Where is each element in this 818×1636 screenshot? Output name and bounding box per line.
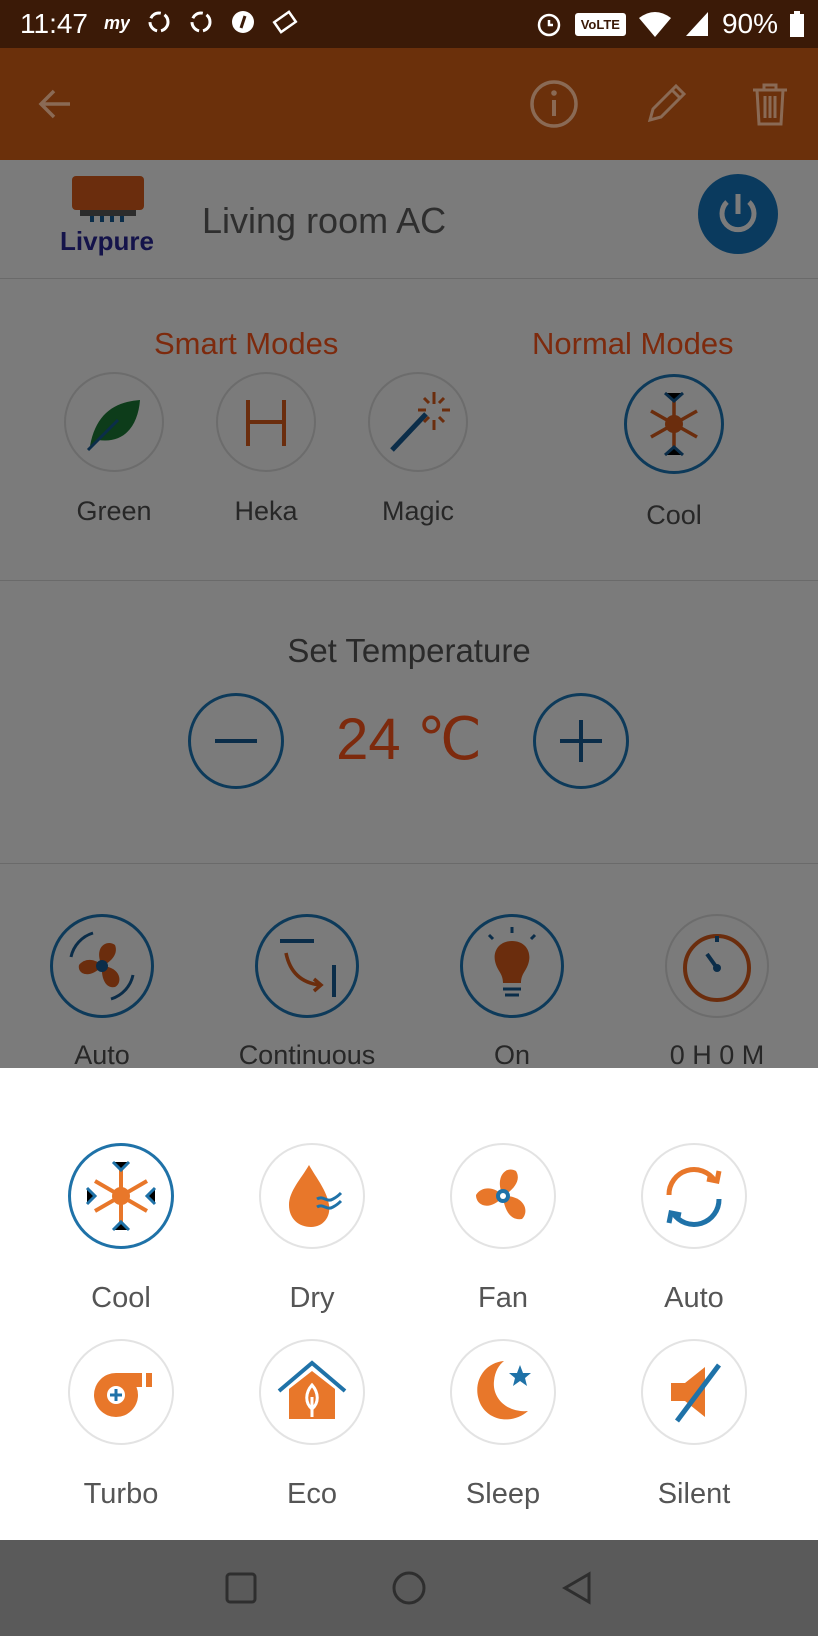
sync-icon	[148, 11, 170, 33]
my-icon: my	[104, 13, 130, 33]
heka-mode-button[interactable]	[216, 372, 316, 472]
mode-option-label: Auto	[664, 1282, 724, 1314]
power-button[interactable]	[698, 174, 778, 254]
delete-icon[interactable]	[744, 78, 796, 130]
auto-cycle-icon	[666, 1167, 722, 1227]
back-icon[interactable]	[557, 1568, 597, 1608]
increase-temperature-button[interactable]	[533, 693, 629, 789]
sync-icon	[190, 11, 212, 33]
fan-speed-button[interactable]	[50, 914, 154, 1018]
mode-option-label: Fan	[478, 1282, 528, 1314]
snowflake-icon	[650, 391, 698, 457]
power-icon	[719, 194, 757, 233]
battery-icon	[790, 11, 804, 37]
mode-option-eco[interactable]	[259, 1339, 365, 1445]
mode-option-fan[interactable]	[450, 1143, 556, 1249]
mode-option-label: Cool	[91, 1282, 151, 1314]
decrease-temperature-button[interactable]	[188, 693, 284, 789]
temperature-value: 24 ℃	[336, 707, 482, 772]
status-bar: 11:47 my VoLTE 90%	[0, 0, 818, 48]
timer-label: 0 H 0 M	[669, 1040, 765, 1070]
leaf-icon	[86, 400, 140, 452]
bulb-icon	[487, 927, 537, 997]
ticket-icon	[272, 10, 298, 34]
mode-option-label: Turbo	[83, 1478, 159, 1510]
turbo-icon	[94, 1373, 152, 1417]
divider	[0, 278, 818, 279]
snowflake-icon	[85, 1160, 157, 1232]
alarm-icon	[537, 13, 560, 37]
smart-modes-title: Smart Modes	[154, 326, 339, 361]
mode-option-silent[interactable]	[641, 1339, 747, 1445]
status-time: 11:47	[20, 8, 88, 39]
fan-speed-icon	[69, 931, 135, 1001]
mode-option-label: Silent	[657, 1478, 731, 1510]
normal-mode-label: Cool	[646, 500, 702, 530]
mode-option-label: Sleep	[465, 1478, 541, 1510]
battery-percent: 90%	[721, 8, 778, 39]
mode-option-label: Dry	[289, 1282, 335, 1314]
light-button[interactable]	[460, 914, 564, 1018]
recents-icon[interactable]	[221, 1568, 261, 1608]
normal-modes-title: Normal Modes	[532, 326, 734, 361]
edit-icon[interactable]	[640, 78, 692, 130]
app-icon	[232, 11, 254, 33]
swing-button[interactable]	[255, 914, 359, 1018]
info-icon[interactable]	[528, 78, 580, 130]
device-name: Living room AC	[202, 200, 447, 241]
mode-picker-sheet: Cool Dry Fan Auto Turbo Eco Sleep Silent	[0, 1068, 818, 1540]
magic-mode-button[interactable]	[368, 372, 468, 472]
plus-icon	[560, 720, 602, 762]
minus-icon	[215, 739, 257, 743]
silent-icon	[671, 1363, 721, 1423]
green-mode-button[interactable]	[64, 372, 164, 472]
divider	[0, 580, 818, 581]
brand-logo: Livpure	[60, 226, 154, 256]
volte-badge: VoLTE	[574, 12, 626, 36]
swing-label: Continuous	[238, 1040, 376, 1070]
fan-icon	[476, 1169, 526, 1220]
svg-text:my: my	[104, 13, 130, 33]
sleep-icon	[477, 1361, 531, 1420]
app-bar	[0, 48, 818, 160]
eco-icon	[277, 1360, 347, 1419]
mode-option-auto[interactable]	[641, 1143, 747, 1249]
drop-icon	[289, 1165, 343, 1227]
arrow-left-icon[interactable]	[30, 78, 82, 130]
normal-mode-button[interactable]	[624, 374, 724, 474]
light-label: On	[493, 1040, 531, 1070]
signal-icon	[685, 12, 708, 36]
timer-button[interactable]	[665, 914, 769, 1018]
timer-icon	[683, 934, 751, 1002]
magic-mode-label: Magic	[381, 496, 455, 526]
swing-icon	[280, 939, 336, 997]
mode-option-sleep[interactable]	[450, 1339, 556, 1445]
heka-mode-label: Heka	[234, 496, 298, 526]
mode-option-label: Eco	[287, 1478, 337, 1510]
green-mode-label: Green	[76, 496, 152, 526]
system-nav-bar	[0, 1540, 818, 1636]
fan-speed-label: Auto	[74, 1040, 130, 1070]
set-temperature-title: Set Temperature	[287, 632, 531, 669]
magic-wand-icon	[390, 392, 450, 452]
heka-icon	[246, 400, 286, 446]
divider	[0, 863, 818, 864]
home-icon[interactable]	[389, 1568, 429, 1608]
wifi-icon	[638, 12, 671, 37]
device-panel: Livpure Living room AC Smart Modes Norma…	[0, 160, 818, 1070]
mode-option-turbo[interactable]	[68, 1339, 174, 1445]
mode-option-dry[interactable]	[259, 1143, 365, 1249]
ac-unit-icon	[72, 176, 144, 222]
mode-option-cool[interactable]	[68, 1143, 174, 1249]
